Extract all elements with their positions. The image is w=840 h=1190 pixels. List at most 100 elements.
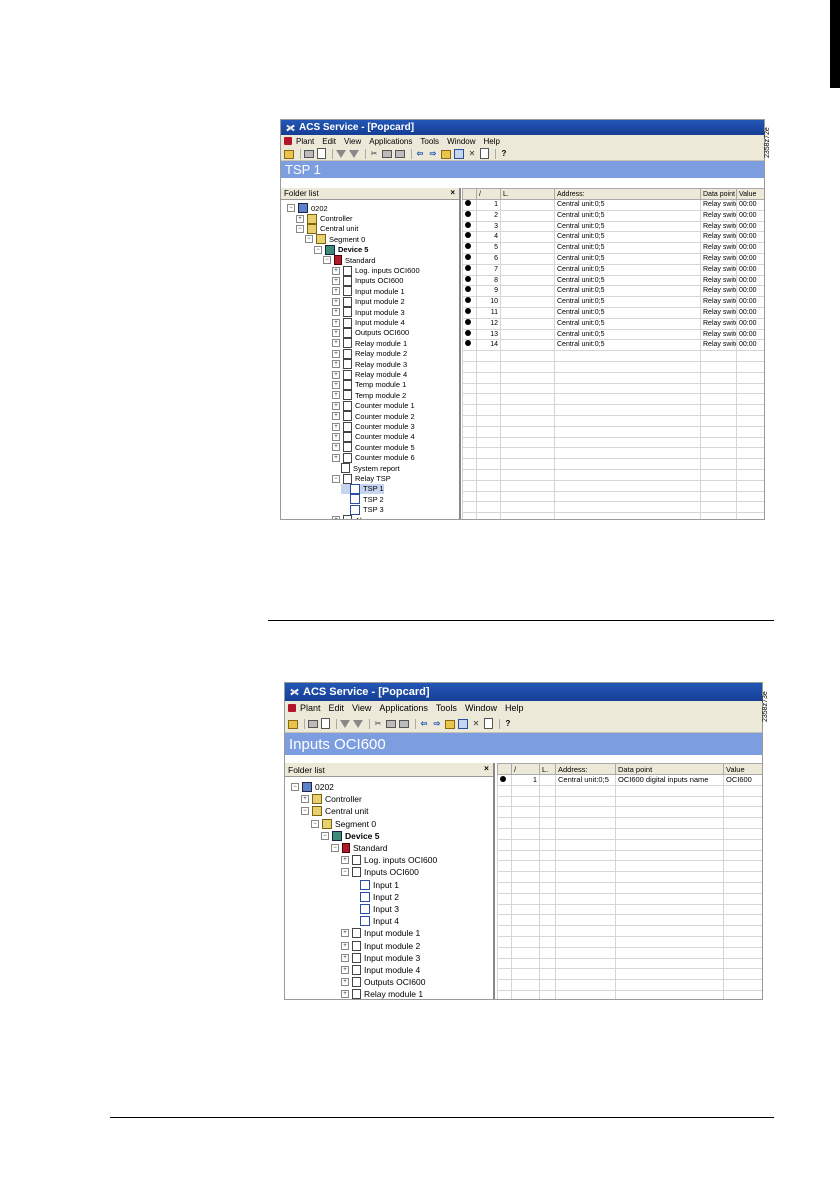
tree-item-outputs-oci600[interactable]: + Outputs OCI600 <box>332 327 409 338</box>
paste-icon[interactable] <box>399 719 409 728</box>
column-header-value[interactable]: Value <box>736 188 764 200</box>
menu-plant[interactable]: Plant <box>300 703 321 713</box>
table-row[interactable]: 1 Central unit:0;5Relay switching program… <box>462 199 764 211</box>
tree-item-input-module-2[interactable]: + Input module 2 <box>341 940 420 952</box>
expand-icon[interactable]: + <box>332 516 340 519</box>
menu-applications[interactable]: Applications <box>369 137 412 146</box>
table-row[interactable]: 1 Central unit:0;5 OCI600 digital inputs n… <box>497 774 762 786</box>
tree-item-outputs-oci600[interactable]: + Outputs OCI600 <box>341 976 425 988</box>
table-row[interactable]: 3 Central unit:0;5Relay switching program… <box>462 220 764 233</box>
collapse-icon[interactable]: − <box>301 807 309 816</box>
expand-icon[interactable]: + <box>296 214 304 223</box>
tree-item-tsp-1[interactable]: TSP 1 <box>341 483 384 495</box>
expand-icon[interactable]: + <box>332 422 340 431</box>
menu-edit[interactable]: Edit <box>329 703 345 713</box>
expand-icon[interactable]: + <box>332 276 340 285</box>
tree-item-input-3[interactable]: Input 3 <box>351 903 399 915</box>
table-row[interactable]: 5 Central unit:0;5Relay switching program… <box>462 242 764 254</box>
expand-icon[interactable]: + <box>332 297 340 306</box>
tree-item-segment-0[interactable]: − Segment 0 <box>305 234 365 245</box>
tree-item-input-4[interactable]: Input 4 <box>351 915 399 927</box>
tree-item-input-module-3[interactable]: + Input module 3 <box>332 307 405 318</box>
expand-icon[interactable]: + <box>341 990 349 999</box>
close-icon[interactable]: × <box>484 763 489 773</box>
forward-arrow-icon[interactable]: ⇨ <box>432 719 442 729</box>
tree-item-central-unit[interactable]: − Central unit <box>301 805 368 817</box>
properties-icon[interactable] <box>480 148 489 159</box>
tree-item-controller[interactable]: + Controller <box>296 213 353 224</box>
tree-item-input-2[interactable]: Input 2 <box>351 891 399 903</box>
tree-item-0202[interactable]: − 0202 <box>287 203 328 214</box>
tree-item-central-unit[interactable]: − Central unit <box>296 223 358 234</box>
document-icon[interactable] <box>284 137 292 145</box>
table-row[interactable]: 10 Central unit:0;5Relay switching progra… <box>462 296 764 308</box>
menu-tools[interactable]: Tools <box>420 137 439 146</box>
back-arrow-icon[interactable]: ⇦ <box>415 149 425 159</box>
table-row[interactable]: 7 Central unit:0;5Relay switching program… <box>462 263 764 276</box>
tree-item-relay-tsp[interactable]: − Relay TSP <box>332 473 391 484</box>
delete-icon[interactable]: ✕ <box>471 719 481 729</box>
paste-icon[interactable] <box>395 149 405 158</box>
tree-item-relay-module-2[interactable]: + Relay module 2 <box>332 348 407 359</box>
folder-up-icon[interactable] <box>445 720 455 729</box>
menu-window[interactable]: Window <box>447 137 475 146</box>
expand-icon[interactable]: + <box>332 443 340 452</box>
cut-icon[interactable]: ✂ <box>369 149 379 159</box>
collapse-icon[interactable]: − <box>291 783 299 792</box>
collapse-icon[interactable]: − <box>296 224 304 233</box>
tree-item-segment-0[interactable]: − Segment 0 <box>311 818 376 830</box>
column-header-sort[interactable]: / <box>511 763 540 775</box>
cut-icon[interactable]: ✂ <box>373 719 383 729</box>
expand-icon[interactable]: + <box>332 318 340 327</box>
menu-plant[interactable]: Plant <box>296 137 314 146</box>
column-header-value[interactable]: Value <box>723 763 762 775</box>
collapse-icon[interactable]: − <box>305 235 313 244</box>
table-view-icon[interactable] <box>458 718 468 729</box>
column-header-address[interactable]: Address: <box>554 188 701 200</box>
expand-icon[interactable]: + <box>332 370 340 379</box>
column-header-l[interactable]: L. <box>500 188 555 200</box>
tree-item-counter-module-1[interactable]: + Counter module 1 <box>332 400 415 411</box>
tree-item-0202[interactable]: − 0202 <box>291 781 334 793</box>
menu-tools[interactable]: Tools <box>436 703 457 713</box>
tree-item-temp-module-2[interactable]: + Temp module 2 <box>332 390 406 401</box>
tree-item-counter-module-6[interactable]: + Counter module 6 <box>332 452 415 463</box>
menu-view[interactable]: View <box>344 137 361 146</box>
column-header-data-point[interactable]: Data point <box>615 763 724 775</box>
tree-item-system-report[interactable]: System report <box>332 463 400 474</box>
table-row[interactable]: 11 Central unit:0;5Relay switching progra… <box>462 306 764 319</box>
open-folder-icon[interactable] <box>284 150 294 159</box>
delete-icon[interactable]: ✕ <box>467 149 477 159</box>
collapse-icon[interactable]: − <box>341 868 349 877</box>
print-preview-icon[interactable] <box>317 148 326 159</box>
tree-item-device-5[interactable]: − Device 5 <box>314 244 368 255</box>
document-icon[interactable] <box>288 704 296 712</box>
folder-up-icon[interactable] <box>441 150 451 159</box>
menu-view[interactable]: View <box>352 703 371 713</box>
menu-applications[interactable]: Applications <box>379 703 428 713</box>
collapse-icon[interactable]: − <box>321 831 329 840</box>
collapse-icon[interactable]: − <box>332 474 340 483</box>
collapse-icon[interactable]: − <box>311 819 319 828</box>
tree-item-log-inputs-oci600[interactable]: + Log. inputs OCI600 <box>341 854 437 866</box>
print-icon[interactable] <box>308 719 318 728</box>
tree-item-input-module-1[interactable]: + Input module 1 <box>341 927 420 939</box>
expand-icon[interactable]: + <box>341 941 349 950</box>
column-header-address[interactable]: Address: <box>555 763 616 775</box>
expand-icon[interactable]: + <box>332 380 340 389</box>
collapse-icon[interactable]: − <box>314 245 322 254</box>
expand-icon[interactable]: + <box>332 266 340 275</box>
tree-item-standard[interactable]: − Standard <box>331 842 388 854</box>
forward-arrow-icon[interactable]: ⇨ <box>428 149 438 159</box>
menu-help[interactable]: Help <box>505 703 524 713</box>
table-row[interactable]: 6 Central unit:0;5Relay switching program… <box>462 252 764 265</box>
expand-icon[interactable]: + <box>332 412 340 421</box>
tree-item-counter-module-4[interactable]: + Counter module 4 <box>332 431 415 442</box>
properties-icon[interactable] <box>484 718 493 729</box>
column-header-sort[interactable]: / <box>476 188 501 200</box>
back-arrow-icon[interactable]: ⇦ <box>419 719 429 729</box>
expand-icon[interactable]: + <box>332 401 340 410</box>
table-row[interactable]: 2 Central unit:0;5Relay switching program… <box>462 209 764 222</box>
expand-icon[interactable]: + <box>332 287 340 296</box>
tree-item-counter-module-5[interactable]: + Counter module 5 <box>332 442 415 453</box>
